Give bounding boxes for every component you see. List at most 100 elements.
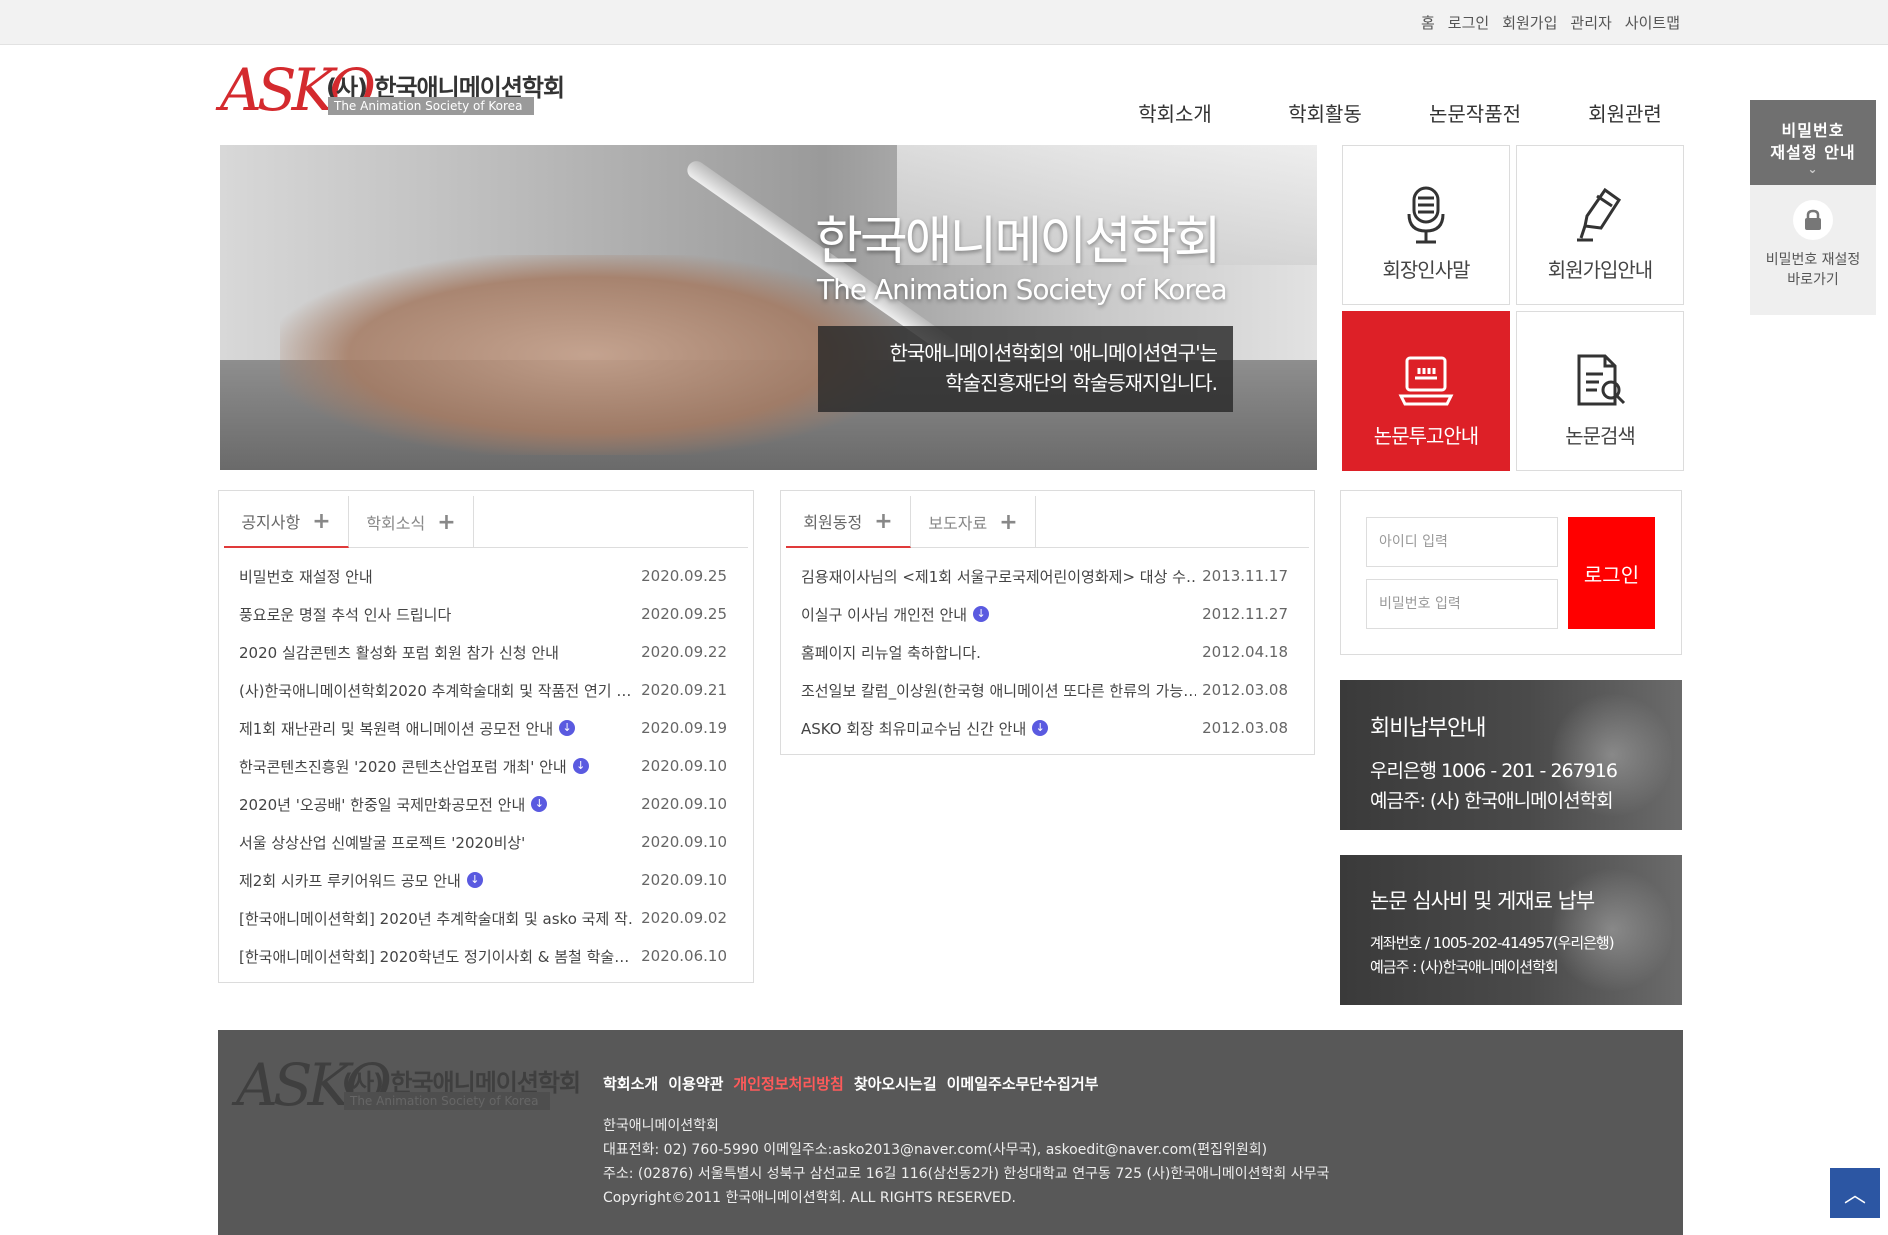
list-item-title-text: ASKO 회장 최유미교수님 신간 안내 — [801, 719, 1027, 738]
download-icon[interactable]: ↓ — [1032, 720, 1049, 736]
footer-about-link[interactable]: 학회소개 — [603, 1073, 658, 1094]
list-item-title[interactable]: (사)한국애니메이션학회2020 추계학술대회 및 작품전 연기 … — [239, 680, 631, 701]
password-reset-side-banner[interactable]: 비밀번호 재설정 안내 ⌄ 비밀번호 재설정 바로가기 — [1750, 100, 1876, 315]
plus-icon[interactable]: + — [437, 510, 455, 535]
member-news-board: 회원동정 + 보도자료 + 김용재이사님의 <제1회 서울구로국제어린이영화제>… — [780, 490, 1315, 755]
list-item-title[interactable]: 한국콘텐츠진흥원 '2020 콘텐츠산업포럼 개최' 안내 ↓ — [239, 756, 589, 777]
review-title: 논문 심사비 및 게재료 납부 — [1370, 889, 1595, 913]
password-input[interactable] — [1366, 579, 1558, 629]
list-item-title-text: 풍요로운 명절 추석 인사 드립니다 — [239, 605, 452, 624]
list-item-title[interactable]: ASKO 회장 최유미교수님 신간 안내 ↓ — [801, 718, 1049, 739]
list-item[interactable]: 제1회 재난관리 및 복원력 애니메이션 공모전 안내 ↓ 2020.09.19 — [239, 709, 727, 747]
nav-activities[interactable]: 학회활동 — [1250, 98, 1400, 127]
list-item-title-text: 서울 상상산업 신예발굴 프로젝트 '2020비상' — [239, 833, 526, 852]
list-item[interactable]: 한국콘텐츠진흥원 '2020 콘텐츠산업포럼 개최' 안내 ↓ 2020.09.10 — [239, 747, 727, 785]
list-item-title[interactable]: 서울 상상산업 신예발굴 프로젝트 '2020비상' — [239, 832, 525, 853]
list-item[interactable]: 홈페이지 리뉴얼 축하합니다. 2012.04.18 — [801, 633, 1288, 671]
list-item-title[interactable]: 조선일보 칼럼_이상원(한국형 애니메이션 또다른 한류의 가능… — [801, 680, 1196, 701]
list-item[interactable]: 2020 실감콘텐츠 활성화 포럼 회원 참가 신청 안내 2020.09.22 — [239, 633, 727, 671]
list-item-title[interactable]: 2020 실감콘텐츠 활성화 포럼 회원 참가 신청 안내 — [239, 642, 559, 663]
plus-icon[interactable]: + — [999, 510, 1017, 535]
banner-title: 한국애니메이션학회 — [815, 212, 1222, 272]
login-link[interactable]: 로그인 — [1448, 12, 1489, 33]
banner-hand-image — [280, 255, 900, 455]
list-item-title-text: 제1회 재난관리 및 복원력 애니메이션 공모전 안내 — [239, 719, 554, 738]
list-item-title[interactable]: 김용재이사님의 <제1회 서울구로국제어린이영화제> 대상 수… — [801, 566, 1196, 587]
list-item[interactable]: 이실구 이사님 개인전 안내 ↓ 2012.11.27 — [801, 595, 1288, 633]
download-icon[interactable]: ↓ — [973, 606, 990, 622]
quick-president-greeting[interactable]: 회장인사말 — [1342, 145, 1510, 305]
list-item-title[interactable]: 비밀번호 재설정 안내 — [239, 566, 373, 587]
list-item-title[interactable]: [한국애니메이션학회] 2020년 추계학술대회 및 asko 국제 작… — [239, 908, 634, 929]
list-item[interactable]: 풍요로운 명절 추석 인사 드립니다 2020.09.25 — [239, 595, 727, 633]
download-icon[interactable]: ↓ — [559, 720, 576, 736]
tab-press-release[interactable]: 보도자료 + — [911, 496, 1036, 548]
footer-org: 한국애니메이션학회 — [603, 1118, 719, 1134]
footer-email-refusal-link[interactable]: 이메일주소무단수집거부 — [947, 1073, 1099, 1094]
list-item-title[interactable]: 2020년 '오공배' 한중일 국제만화공모전 안내 ↓ — [239, 794, 548, 815]
quick-label: 논문투고안내 — [1373, 424, 1479, 448]
join-link[interactable]: 회원가입 — [1502, 12, 1557, 33]
tab-label: 공지사항 — [241, 513, 301, 532]
plus-icon[interactable]: + — [312, 509, 330, 534]
plus-icon[interactable]: + — [874, 509, 892, 534]
list-item-title-text: [한국애니메이션학회] 2020년 추계학술대회 및 asko 국제 작… — [239, 909, 634, 928]
id-input[interactable] — [1366, 517, 1558, 567]
list-item-title[interactable]: 제2회 시카프 루키어워드 공모 안내 ↓ — [239, 870, 483, 891]
admin-link[interactable]: 관리자 — [1570, 12, 1611, 33]
list-item-date: 2020.09.02 — [641, 909, 727, 927]
download-icon[interactable]: ↓ — [572, 758, 589, 774]
list-item-date: 2012.03.08 — [1202, 719, 1288, 737]
home-link[interactable]: 홈 — [1421, 12, 1435, 33]
footer-directions-link[interactable]: 찾아오시는길 — [854, 1073, 937, 1094]
footer-terms-link[interactable]: 이용약관 — [668, 1073, 723, 1094]
list-item[interactable]: 비밀번호 재설정 안내 2020.09.25 — [239, 557, 727, 595]
nav-membership[interactable]: 회원관련 — [1550, 98, 1700, 127]
utility-links: 홈 로그인 회원가입 관리자 사이트맵 — [1421, 12, 1680, 33]
site-logo[interactable]: ASKO (사) 한국애니메이션학회 The Animation Society… — [220, 60, 565, 120]
login-button[interactable]: 로그인 — [1568, 517, 1655, 629]
nav-papers-exhibition[interactable]: 논문작품전 — [1400, 98, 1550, 127]
banner-notice-line1: 한국애니메이션학회의 '애니메이션연구'는 — [889, 341, 1218, 365]
download-icon[interactable]: ↓ — [466, 872, 483, 888]
sitemap-link[interactable]: 사이트맵 — [1625, 12, 1680, 33]
fee-holder: 예금주: (사) 한국애니메이션학회 — [1370, 790, 1614, 812]
quick-paper-submission[interactable]: 논문투고안내 — [1342, 311, 1510, 471]
list-item[interactable]: [한국애니메이션학회] 2020학년도 정기이사회 & 봄철 학술… 2020.0… — [239, 937, 727, 975]
membership-fee-info[interactable]: 회비납부안내 우리은행 1006 - 201 - 267916 예금주: (사)… — [1340, 680, 1682, 830]
list-item-date: 2020.09.25 — [641, 567, 727, 585]
list-item-title[interactable]: 홈페이지 리뉴얼 축하합니다. — [801, 642, 981, 663]
nav-about[interactable]: 학회소개 — [1100, 98, 1250, 127]
list-item-date: 2020.06.10 — [641, 947, 727, 965]
list-item[interactable]: [한국애니메이션학회] 2020년 추계학술대회 및 asko 국제 작… 202… — [239, 899, 727, 937]
footer-privacy-link[interactable]: 개인정보처리방침 — [733, 1073, 843, 1094]
quick-membership-guide[interactable]: 회원가입안내 — [1516, 145, 1684, 305]
review-holder: 예금주 : (사)한국애니메이션학회 — [1370, 958, 1559, 976]
logo-english-name: The Animation Society of Korea — [344, 1092, 550, 1110]
list-item-title-text: 2020 실감콘텐츠 활성화 포럼 회원 참가 신청 안내 — [239, 643, 559, 662]
review-fee-info[interactable]: 논문 심사비 및 게재료 납부 계좌번호 / 1005-202-414957(우… — [1340, 855, 1682, 1005]
list-item[interactable]: ASKO 회장 최유미교수님 신간 안내 ↓ 2012.03.08 — [801, 709, 1288, 747]
tab-society-news[interactable]: 학회소식 + — [349, 496, 474, 548]
list-item[interactable]: 서울 상상산업 신예발굴 프로젝트 '2020비상' 2020.09.10 — [239, 823, 727, 861]
list-item-title[interactable]: [한국애니메이션학회] 2020학년도 정기이사회 & 봄철 학술… — [239, 946, 629, 967]
scroll-to-top-button[interactable]: ︿ — [1830, 1168, 1880, 1218]
list-item-title-text: 제2회 시카프 루키어워드 공모 안내 — [239, 871, 461, 890]
list-item[interactable]: (사)한국애니메이션학회2020 추계학술대회 및 작품전 연기 … 2020.0… — [239, 671, 727, 709]
list-item-title[interactable]: 풍요로운 명절 추석 인사 드립니다 — [239, 604, 451, 625]
side-banner-head: 비밀번호 재설정 안내 ⌄ — [1750, 100, 1876, 185]
list-item-title[interactable]: 제1회 재난관리 및 복원력 애니메이션 공모전 안내 ↓ — [239, 718, 576, 739]
list-item[interactable]: 제2회 시카프 루키어워드 공모 안내 ↓ 2020.09.10 — [239, 861, 727, 899]
download-icon[interactable]: ↓ — [531, 796, 548, 812]
list-item-title-text: 김용재이사님의 <제1회 서울구로국제어린이영화제> 대상 수… — [801, 567, 1196, 586]
tab-member-news[interactable]: 회원동정 + — [786, 496, 911, 548]
list-item[interactable]: 2020년 '오공배' 한중일 국제만화공모전 안내 ↓ 2020.09.10 — [239, 785, 727, 823]
list-item-title-text: 홈페이지 리뉴얼 축하합니다. — [801, 643, 981, 662]
list-item[interactable]: 조선일보 칼럼_이상원(한국형 애니메이션 또다른 한류의 가능… 2012.03… — [801, 671, 1288, 709]
tab-notice[interactable]: 공지사항 + — [224, 496, 349, 548]
list-item-title[interactable]: 이실구 이사님 개인전 안내 ↓ — [801, 604, 990, 625]
list-item[interactable]: 김용재이사님의 <제1회 서울구로국제어린이영화제> 대상 수… 2013.11.… — [801, 557, 1288, 595]
quick-label: 회장인사말 — [1382, 258, 1471, 282]
quick-paper-search[interactable]: 논문검색 — [1516, 311, 1684, 471]
footer-info: 한국애니메이션학회 대표전화: 02) 760-5990 이메일주소:asko2… — [603, 1114, 1329, 1210]
